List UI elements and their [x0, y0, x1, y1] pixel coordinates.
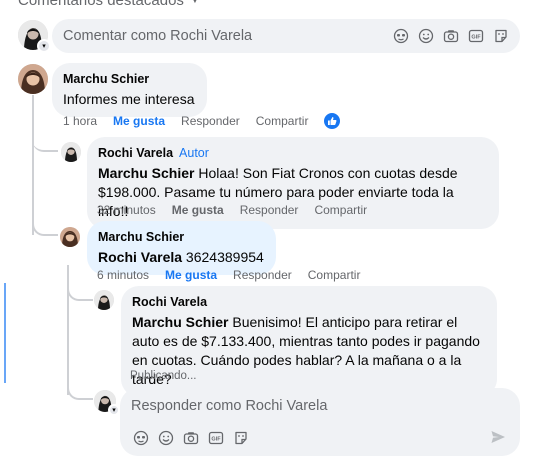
mention-tag[interactable]: Marchu Schier — [98, 165, 194, 181]
thread-connector — [32, 120, 58, 152]
like-button[interactable]: Me gusta — [165, 268, 217, 282]
sticker-icon[interactable] — [492, 27, 510, 45]
current-user-avatar[interactable]: ▾ — [18, 20, 51, 53]
sticker-icon[interactable] — [231, 428, 250, 447]
comment-time[interactable]: 32 minutos — [97, 203, 156, 217]
thread-connector — [32, 200, 58, 236]
comment-input[interactable]: Comentar como Rochi Varela — [63, 28, 392, 44]
comment-actions: 32 minutos Me gusta Responder Compartir — [97, 203, 367, 217]
publishing-status: Publicando... — [130, 370, 197, 382]
share-button[interactable]: Compartir — [314, 203, 367, 217]
send-icon[interactable] — [490, 429, 506, 445]
emoji-icon[interactable] — [156, 428, 175, 447]
comment-bubble: Marchu Schier Informes me interesa — [52, 63, 207, 117]
comment-body: 3624389954 — [182, 249, 264, 265]
thread-connector — [67, 360, 93, 400]
section-header-label: Comentarios destacados — [18, 0, 184, 9]
comment-author[interactable]: Rochi Varela — [98, 146, 173, 160]
reply-button[interactable]: Responder — [181, 114, 240, 128]
comment-bubble-highlighted: Marchu Schier Rochi Varela 3624389954 — [87, 221, 276, 275]
svg-text:GIF: GIF — [211, 436, 221, 442]
comment-text: Informes me interesa — [63, 91, 195, 107]
avatar[interactable] — [94, 290, 114, 310]
like-button[interactable]: Me gusta — [172, 203, 224, 217]
share-button[interactable]: Compartir — [308, 268, 361, 282]
author-badge: Autor — [179, 146, 209, 160]
comment-time[interactable]: 1 hora — [63, 114, 97, 128]
comment-author[interactable]: Marchu Schier — [63, 72, 149, 86]
avatar[interactable] — [18, 64, 48, 94]
chevron-down-icon: ▼ — [189, 0, 200, 6]
reply-composer[interactable]: Responder como Rochi Varela GIF — [120, 388, 520, 456]
comment-time[interactable]: 6 minutos — [97, 268, 149, 282]
highlight-line — [4, 283, 6, 383]
account-switch-badge: ▾ — [37, 39, 51, 53]
comment-author[interactable]: Rochi Varela — [132, 295, 207, 309]
svg-text:GIF: GIF — [471, 34, 481, 40]
avatar-sticker-icon[interactable] — [131, 428, 150, 447]
reply-button[interactable]: Responder — [240, 203, 299, 217]
like-reaction-icon[interactable] — [324, 113, 341, 129]
comment-text: Rochi Varela 3624389954 — [98, 248, 264, 267]
emoji-icon[interactable] — [417, 27, 435, 45]
reply-input[interactable]: Responder como Rochi Varela — [131, 398, 327, 414]
gif-icon[interactable]: GIF — [467, 27, 485, 45]
gif-icon[interactable]: GIF — [206, 428, 225, 447]
chevron-down-icon: ▾ — [112, 406, 116, 414]
camera-icon[interactable] — [442, 27, 460, 45]
thread-connector — [67, 265, 93, 301]
comment-composer[interactable]: Comentar como Rochi Varela GIF — [52, 19, 520, 53]
chevron-down-icon: ▾ — [42, 42, 46, 50]
avatar[interactable] — [61, 142, 81, 162]
account-switch-badge: ▾ — [108, 404, 120, 416]
section-header[interactable]: Comentarios destacados ▼ — [18, 0, 200, 9]
mention-tag[interactable]: Marchu Schier — [132, 314, 228, 330]
share-button[interactable]: Compartir — [256, 114, 309, 128]
reply-user-avatar[interactable]: ▾ — [94, 390, 120, 416]
avatar[interactable] — [60, 227, 80, 247]
comment-actions: 6 minutos Me gusta Responder Compartir — [97, 268, 360, 282]
avatar-sticker-icon[interactable] — [392, 27, 410, 45]
mention-tag[interactable]: Rochi Varela — [98, 249, 182, 265]
like-button[interactable]: Me gusta — [113, 114, 165, 128]
camera-icon[interactable] — [181, 428, 200, 447]
reply-button[interactable]: Responder — [233, 268, 292, 282]
comment-actions: 1 hora Me gusta Responder Compartir — [63, 113, 341, 129]
comment-author[interactable]: Marchu Schier — [98, 230, 184, 244]
